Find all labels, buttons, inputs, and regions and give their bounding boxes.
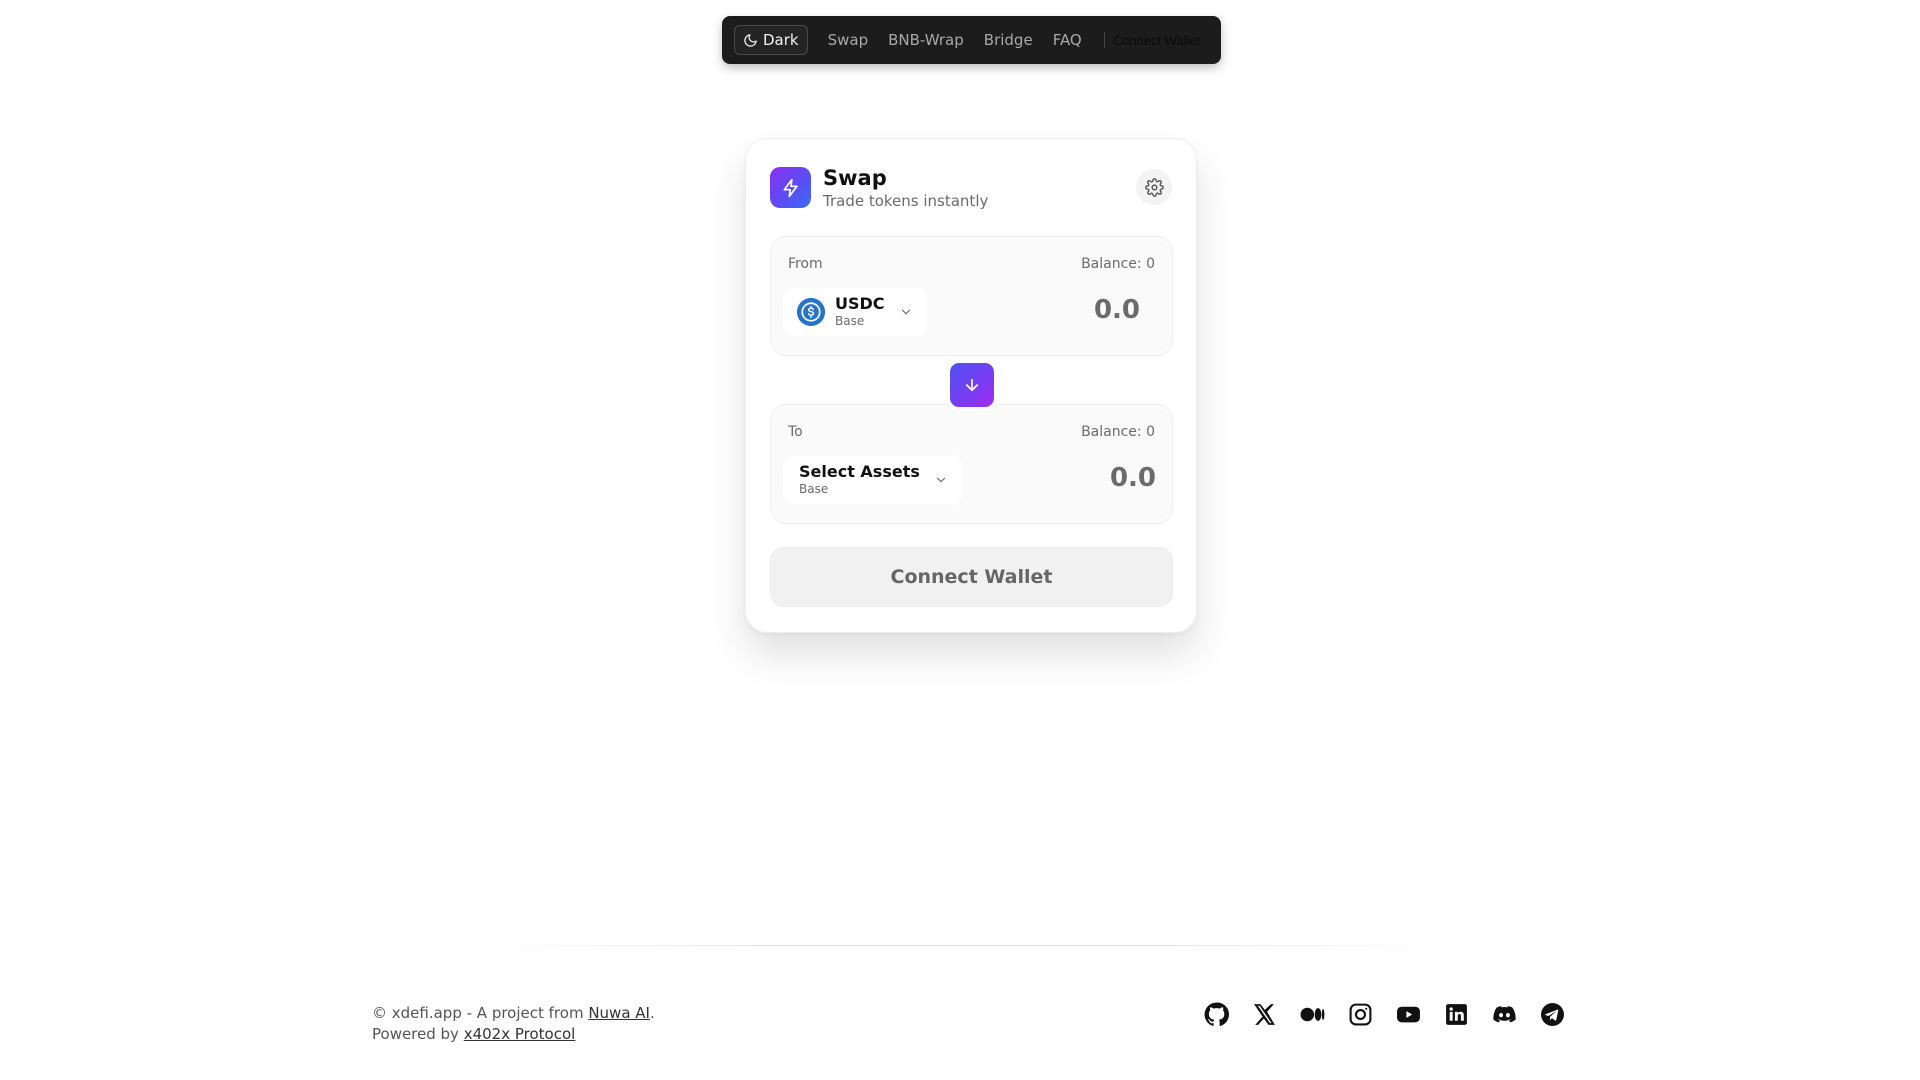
swap-title: Swap (823, 166, 887, 190)
swap-direction-button[interactable] (947, 360, 997, 410)
copyright-prefix: © xdefi.app - A project from (372, 1004, 589, 1022)
telegram-icon[interactable] (1540, 1002, 1565, 1027)
instagram-icon[interactable] (1348, 1002, 1373, 1027)
theme-toggle-label: Dark (763, 31, 799, 49)
to-token-selector[interactable]: Select Assets Base (783, 455, 962, 505)
gear-icon (1144, 177, 1164, 197)
nav-divider (1103, 32, 1105, 48)
x402x-protocol-link[interactable]: x402x Protocol (464, 1025, 576, 1043)
to-panel: To Balance: 0 Select Assets Base 0.0 (770, 404, 1173, 524)
youtube-icon[interactable] (1396, 1002, 1421, 1027)
medium-icon[interactable] (1300, 1002, 1325, 1027)
from-token-network: Base (835, 314, 865, 328)
from-balance: Balance: 0 (1081, 256, 1155, 272)
github-icon[interactable] (1204, 1002, 1229, 1027)
footer-divider (477, 945, 1453, 946)
powered-by-line: Powered by x402x Protocol (372, 1024, 655, 1045)
from-token-symbol: USDC (835, 294, 885, 313)
nav-link-bridge[interactable]: Bridge (984, 31, 1033, 49)
powered-prefix: Powered by (372, 1025, 464, 1043)
from-amount-input[interactable]: 0.0 (1094, 295, 1140, 325)
nav-link-bnb-wrap[interactable]: BNB-Wrap (888, 31, 964, 49)
copyright-suffix: . (649, 1004, 655, 1022)
swap-logo (770, 167, 811, 208)
from-label: From (788, 256, 823, 272)
swap-subtitle: Trade tokens instantly (823, 192, 989, 210)
connect-wallet-button[interactable]: Connect Wallet (770, 547, 1173, 607)
footer-text: © xdefi.app - A project from Nuwa AI. Po… (372, 1003, 655, 1045)
nav-link-swap[interactable]: Swap (828, 31, 869, 49)
linkedin-icon[interactable] (1444, 1002, 1469, 1027)
to-balance: Balance: 0 (1081, 424, 1155, 440)
from-panel: From Balance: 0 USDC Base 0.0 (770, 236, 1173, 356)
to-label: To (788, 424, 803, 440)
from-token-selector[interactable]: USDC Base (783, 287, 927, 337)
swap-card-header: Swap Trade tokens instantly (770, 166, 1172, 210)
settings-button[interactable] (1136, 169, 1172, 205)
to-token-symbol: Select Assets (799, 462, 920, 481)
nuwa-ai-link[interactable]: Nuwa AI (588, 1004, 650, 1022)
to-amount-input[interactable]: 0.0 (1110, 463, 1156, 493)
to-token-text: Select Assets Base (799, 463, 920, 497)
nav-connect-wallet-button[interactable]: Connect Wallet (1113, 33, 1201, 48)
top-nav: Dark Swap BNB-Wrap Bridge FAQ Connect Wa… (722, 16, 1221, 64)
moon-icon (744, 33, 757, 47)
from-token-text: USDC Base (835, 295, 885, 329)
arrow-down-icon (965, 378, 979, 392)
social-links (1204, 1002, 1565, 1027)
theme-toggle-button[interactable]: Dark (734, 25, 808, 55)
x-icon[interactable] (1252, 1002, 1277, 1027)
discord-icon[interactable] (1492, 1002, 1517, 1027)
lightning-icon (783, 178, 798, 197)
copyright-line: © xdefi.app - A project from Nuwa AI. (372, 1003, 655, 1024)
chevron-down-icon (936, 477, 945, 483)
usdc-icon (797, 298, 825, 326)
to-token-network: Base (799, 482, 829, 496)
swap-card: Swap Trade tokens instantly From Balance… (745, 138, 1197, 633)
nav-link-faq[interactable]: FAQ (1053, 31, 1082, 49)
chevron-down-icon (901, 309, 910, 315)
